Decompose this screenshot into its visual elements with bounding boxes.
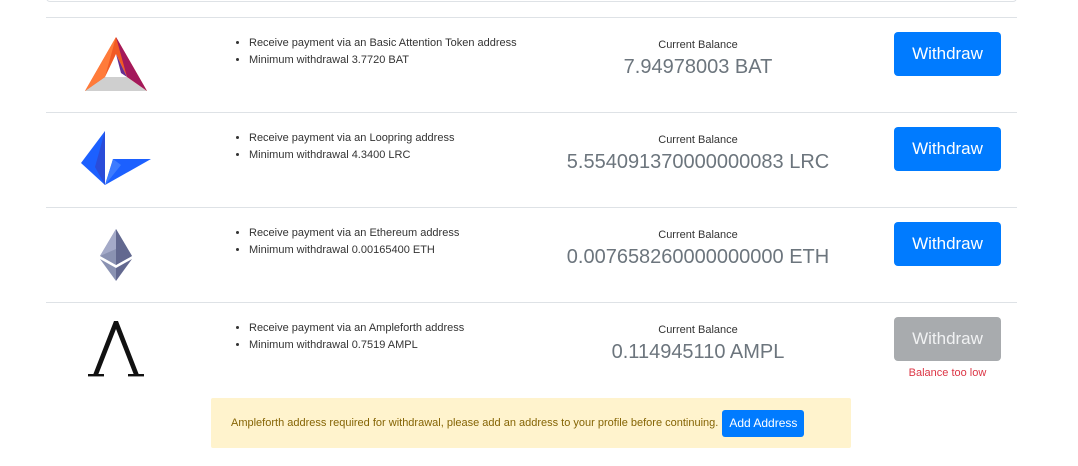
balance-value: 0.114945110 AMPL [611, 341, 785, 363]
currency-row-eth: Receive payment via an Ethereum address … [46, 207, 1017, 302]
balance-block: Current Balance 0.007658260000000000 ETH [498, 228, 898, 269]
withdrawal-info-list: Receive payment via an Ampleforth addres… [233, 320, 529, 354]
balance-label: Current Balance [658, 324, 738, 336]
withdraw-ampl-button[interactable]: Withdraw [894, 317, 1001, 361]
withdraw-eth-button[interactable]: Withdraw [894, 222, 1001, 266]
withdrawal-info-list: Receive payment via an Basic Attention T… [233, 35, 529, 69]
alert-message: Ampleforth address required for withdraw… [231, 417, 719, 429]
minimum-withdrawal-info: Minimum withdrawal 0.00165400 ETH [249, 242, 529, 259]
balance-label: Current Balance [658, 229, 738, 241]
withdraw-lrc-button[interactable]: Withdraw [894, 127, 1001, 171]
currency-row-ampl: Receive payment via an Ampleforth addres… [46, 302, 1017, 397]
balance-block: Current Balance 7.94978003 BAT [498, 38, 898, 79]
balance-block: Current Balance 5.554091370000000083 LRC [498, 133, 898, 174]
currency-row-bat: Receive payment via an Basic Attention T… [46, 17, 1017, 112]
ethereum-icon [76, 216, 156, 294]
balance-value: 7.94978003 BAT [623, 56, 773, 78]
address-required-alert: Ampleforth address required for withdraw… [211, 398, 851, 448]
payment-method-info: Receive payment via an Ampleforth addres… [249, 320, 529, 337]
balance-label: Current Balance [658, 39, 738, 51]
balance-value: 5.554091370000000083 LRC [566, 151, 830, 173]
previous-card-edge [46, 0, 1017, 2]
minimum-withdrawal-info: Minimum withdrawal 3.7720 BAT [249, 52, 529, 69]
ampleforth-icon [76, 311, 156, 389]
minimum-withdrawal-info: Minimum withdrawal 0.7519 AMPL [249, 337, 529, 354]
minimum-withdrawal-info: Minimum withdrawal 4.3400 LRC [249, 147, 529, 164]
balance-value: 0.007658260000000000 ETH [566, 246, 830, 268]
withdrawal-info-list: Receive payment via an Loopring address … [233, 130, 529, 164]
currency-row-lrc: Receive payment via an Loopring address … [46, 112, 1017, 207]
withdrawal-list: Receive payment via an Basic Attention T… [46, 17, 1017, 397]
add-address-button[interactable]: Add Address [722, 409, 805, 437]
balance-block: Current Balance 0.114945110 AMPL [498, 323, 898, 364]
balance-label: Current Balance [658, 134, 738, 146]
payment-method-info: Receive payment via an Loopring address [249, 130, 529, 147]
loopring-icon [76, 121, 156, 199]
payment-method-info: Receive payment via an Ethereum address [249, 225, 529, 242]
withdraw-bat-button[interactable]: Withdraw [894, 32, 1001, 76]
withdrawal-info-list: Receive payment via an Ethereum address … [233, 225, 529, 259]
basic-attention-token-icon [76, 26, 156, 104]
payment-method-info: Receive payment via an Basic Attention T… [249, 35, 529, 52]
balance-error-text: Balance too low [908, 367, 987, 379]
